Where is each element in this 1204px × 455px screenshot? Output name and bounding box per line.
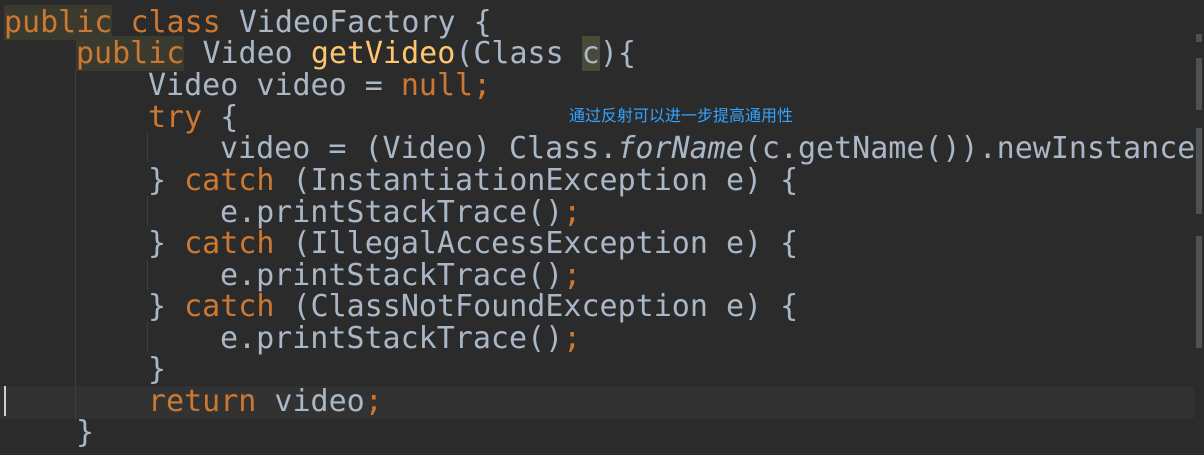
return-value: video [256, 384, 365, 419]
param-type: Class [473, 36, 564, 71]
paren-open: ( [455, 36, 474, 71]
code-line-12: } [148, 354, 166, 386]
code-line-8: } catch (IllegalAccessException e) { [148, 228, 798, 260]
indent-guide [147, 260, 148, 290]
assignment: video = (Video) Class. [220, 131, 618, 166]
declaration: Video video = [148, 68, 401, 103]
indent-guide [75, 70, 76, 420]
statement: e.printStackTrace() [220, 258, 564, 293]
param-name: c [581, 36, 600, 71]
brace: } [148, 289, 185, 324]
semicolon: ; [563, 258, 582, 293]
call-chain: (c.getName()).newInstance( [743, 131, 1204, 166]
keyword-try: try [148, 100, 203, 135]
method-forname: forName [617, 131, 744, 166]
scroll-marker [1196, 34, 1202, 42]
return-type: Video [202, 36, 293, 71]
brace: } [76, 415, 95, 450]
class-name: VideoFactory [238, 5, 456, 40]
scroll-marker [1196, 128, 1202, 214]
catch-clause: (ClassNotFoundException e) { [274, 289, 799, 324]
semicolon: ; [563, 321, 582, 356]
keyword-public: public [76, 36, 185, 71]
keyword-class: class [130, 5, 221, 40]
keyword-null: null [400, 68, 474, 103]
code-line-9: e.printStackTrace(); [220, 260, 581, 292]
code-line-4: try { [148, 102, 238, 134]
semicolon: ; [364, 384, 383, 419]
indent-guide [147, 196, 148, 226]
code-line-3: Video video = null; [148, 70, 491, 102]
code-line-11: e.printStackTrace(); [220, 323, 581, 355]
code-line-13: return video; [148, 386, 383, 418]
scroll-marker [1196, 58, 1202, 110]
code-line-10: } catch (ClassNotFoundException e) { [148, 291, 798, 323]
indent-guide [147, 132, 148, 162]
method-name: getVideo [310, 36, 456, 71]
code-line-2: public Video getVideo(Class c){ [76, 36, 636, 71]
video-subtitle: 通过反射可以进一步提高通用性 [569, 106, 794, 125]
semicolon: ; [473, 68, 492, 103]
text-caret [4, 386, 6, 416]
statement: e.printStackTrace() [220, 195, 564, 230]
scroll-marker [1196, 236, 1202, 348]
keyword-catch: catch [184, 163, 275, 198]
code-line-6: } catch (InstantiationException e) { [148, 165, 798, 197]
indent-guide [147, 322, 148, 352]
code-line-7: e.printStackTrace(); [220, 197, 581, 229]
code-line-1: public class VideoFactory { [4, 5, 492, 40]
keyword-catch: catch [184, 289, 275, 324]
brace: } [148, 352, 167, 387]
code-line-5: video = (Video) Class.forName(c.getName(… [220, 133, 1204, 165]
catch-clause: (InstantiationException e) { [274, 163, 799, 198]
brace: } [148, 226, 185, 261]
vertical-scrollbar[interactable] [1194, 0, 1204, 455]
brace: } [148, 163, 185, 198]
paren-close: ){ [599, 36, 636, 71]
keyword-catch: catch [184, 226, 275, 261]
statement: e.printStackTrace() [220, 321, 564, 356]
brace: { [202, 100, 239, 135]
keyword-return: return [148, 384, 257, 419]
semicolon: ; [563, 195, 582, 230]
code-line-14: } [76, 417, 94, 449]
brace: { [473, 5, 492, 40]
catch-clause: (IllegalAccessException e) { [274, 226, 799, 261]
keyword-public: public [4, 5, 113, 40]
code-editor[interactable]: public class VideoFactory { public Video… [0, 0, 1204, 455]
